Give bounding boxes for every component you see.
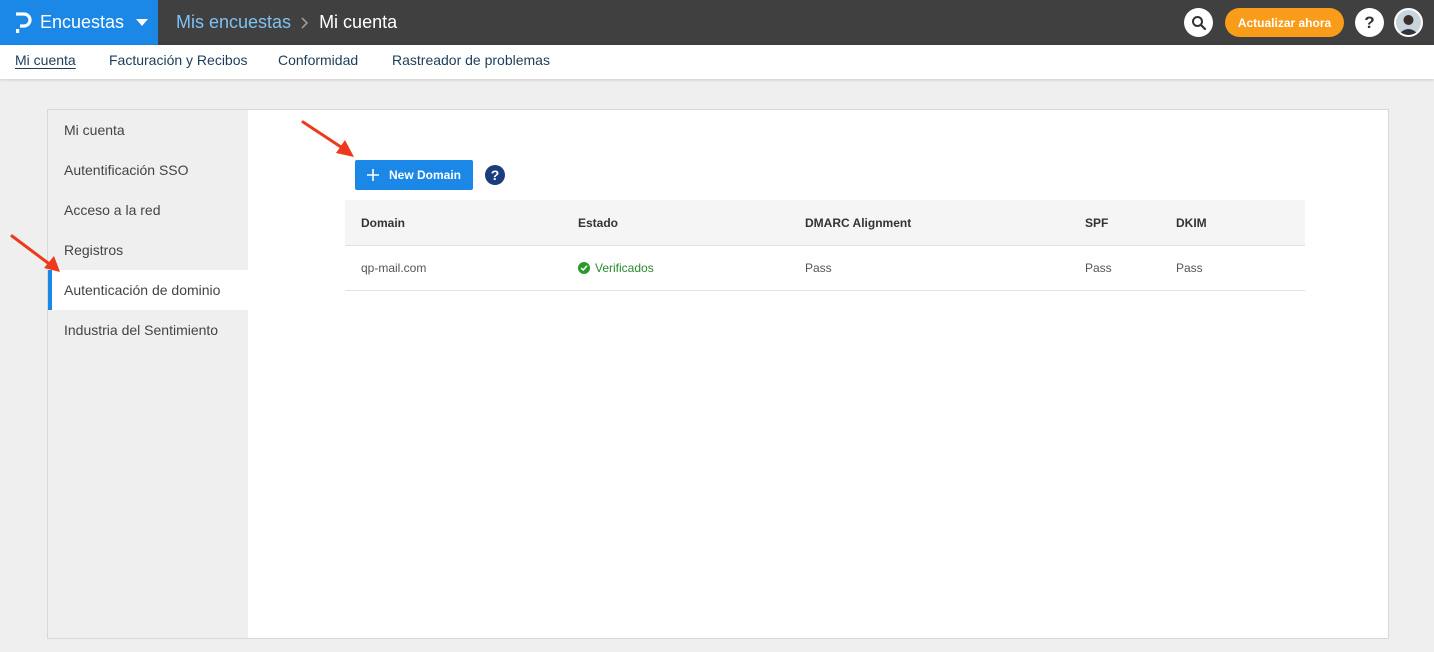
chevron-down-icon [136, 19, 149, 26]
settings-sidebar: Mi cuenta Autentificación SSO Acceso a l… [48, 110, 248, 638]
top-bar: Encuestas Mis encuestas Mi cuenta Actual… [0, 0, 1434, 45]
sidebar-item-label: Acceso a la red [64, 202, 161, 218]
settings-panel: Mi cuenta Autentificación SSO Acceso a l… [47, 109, 1389, 639]
cell-domain: qp-mail.com [361, 261, 427, 275]
product-name: Encuestas [40, 12, 125, 32]
user-avatar-icon [1396, 10, 1421, 35]
column-header-domain: Domain [361, 215, 406, 230]
status-badge: Verificados [578, 261, 654, 275]
help-icon: ? [1364, 12, 1375, 32]
arrow-annotation-icon [301, 120, 354, 157]
breadcrumb: Mis encuestas Mi cuenta [176, 0, 397, 45]
status-text: Verificados [595, 261, 654, 275]
cell-dkim: Pass [1176, 261, 1203, 275]
product-switcher[interactable]: Encuestas [0, 0, 158, 45]
check-circle-icon [578, 262, 590, 274]
sub-navigation: Mi cuenta Facturación y Recibos Conformi… [0, 45, 1434, 79]
sidebar-item-label: Autentificación SSO [64, 162, 189, 178]
sidebar-item-label: Registros [64, 242, 124, 258]
help-icon[interactable]: ? [485, 165, 505, 185]
table-header: Domain Estado DMARC Alignment SPF DKIM [345, 200, 1305, 246]
search-button[interactable] [1184, 8, 1213, 37]
domain-table: Domain Estado DMARC Alignment SPF DKIM q… [345, 200, 1305, 291]
plus-icon [367, 169, 379, 181]
avatar[interactable] [1394, 8, 1423, 37]
sidebar-item-mi-cuenta[interactable]: Mi cuenta [48, 110, 248, 150]
sidebar-item-label: Autenticación de dominio [64, 282, 221, 298]
subnav-conformidad[interactable]: Conformidad [278, 52, 358, 68]
chevron-right-icon [301, 16, 309, 29]
subnav-rastreador[interactable]: Rastreador de problemas [392, 52, 550, 68]
column-header-estado: Estado [578, 215, 619, 230]
breadcrumb-parent[interactable]: Mis encuestas [176, 12, 291, 33]
new-domain-label: New Domain [389, 168, 462, 182]
sidebar-item-domain-auth[interactable]: Autenticación de dominio [48, 270, 248, 310]
upgrade-button[interactable]: Actualizar ahora [1225, 8, 1344, 37]
sidebar-item-label: Mi cuenta [64, 122, 125, 138]
subnav-facturacion[interactable]: Facturación y Recibos [109, 52, 248, 68]
sidebar-item-sentiment-industry[interactable]: Industria del Sentimiento [48, 310, 248, 350]
help-button[interactable]: ? [1355, 8, 1384, 37]
cell-dmarc: Pass [805, 261, 832, 275]
search-icon [1191, 15, 1206, 30]
column-header-spf: SPF [1085, 215, 1109, 230]
sidebar-item-network-access[interactable]: Acceso a la red [48, 190, 248, 230]
column-header-dkim: DKIM [1176, 215, 1207, 230]
logo-icon [16, 11, 32, 33]
cell-spf: Pass [1085, 261, 1112, 275]
column-header-dmarc: DMARC Alignment [805, 215, 912, 230]
table-row[interactable]: qp-mail.com Verificados Pass Pass Pass [345, 246, 1305, 291]
subnav-mi-cuenta[interactable]: Mi cuenta [15, 52, 76, 68]
sidebar-item-logs[interactable]: Registros [48, 230, 248, 270]
sidebar-item-sso[interactable]: Autentificación SSO [48, 150, 248, 190]
new-domain-button[interactable]: New Domain [355, 160, 473, 190]
arrow-annotation-icon [10, 234, 60, 272]
breadcrumb-current: Mi cuenta [319, 12, 398, 32]
sidebar-item-label: Industria del Sentimiento [64, 322, 219, 338]
